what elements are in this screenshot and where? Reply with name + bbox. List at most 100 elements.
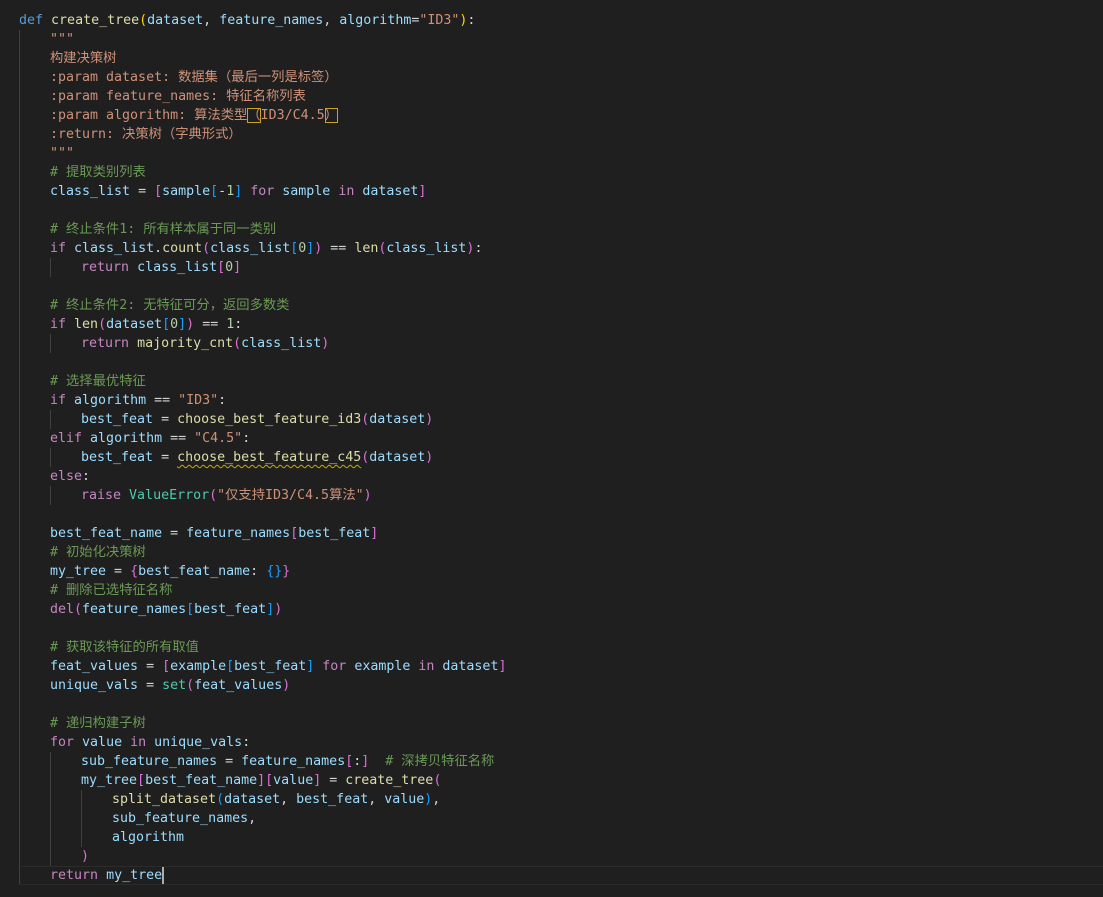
code-line[interactable]: feat_values = [example[best_feat] for ex… — [50, 657, 506, 676]
code-line[interactable]: """ — [50, 30, 74, 49]
code-line[interactable]: if algorithm == "ID3": — [50, 391, 226, 410]
bracket: ( — [74, 602, 83, 617]
keyword: return — [81, 336, 130, 351]
operator: = — [138, 659, 163, 674]
operator: == — [162, 431, 195, 446]
identifier: algorithm — [339, 13, 412, 28]
bracket: ( — [433, 773, 442, 788]
identifier: dataset — [369, 450, 426, 465]
operator — [66, 393, 74, 408]
bracket: ( — [209, 488, 218, 503]
identifier: best_feat_name — [138, 564, 251, 579]
code-line[interactable]: del(feature_names[best_feat]) — [50, 600, 282, 619]
bracket: [ — [162, 659, 171, 674]
code-line[interactable]: my_tree[best_feat_name][value] = create_… — [81, 771, 441, 790]
code-line[interactable]: # 选择最优特征 — [50, 372, 146, 391]
identifier: best_feat — [234, 659, 307, 674]
comment: # 获取该特征的所有取值 — [50, 640, 199, 655]
function-name: create_tree — [51, 13, 140, 28]
identifier: class_list — [74, 241, 155, 256]
code-editor[interactable]: def create_tree(dataset, feature_names, … — [0, 0, 1103, 897]
code-line[interactable]: :return: 决策树（字典形式） — [50, 125, 242, 144]
code-line[interactable]: # 初始化决策树 — [50, 543, 146, 562]
identifier: sample — [162, 184, 211, 199]
bracket: [ — [154, 184, 163, 199]
identifier: feature_names — [241, 754, 346, 769]
bracket: ) — [282, 678, 291, 693]
identifier: best_feat — [296, 792, 369, 807]
string-literal: "ID3" — [178, 393, 219, 408]
code-line[interactable]: if class_list.count(class_list[0]) == le… — [50, 239, 482, 258]
operator — [129, 260, 137, 275]
bracket: {} — [266, 564, 283, 579]
code-line[interactable]: best_feat = choose_best_feature_id3(data… — [81, 410, 433, 429]
code-line[interactable]: :param feature_names: 特征名称列表 — [50, 87, 306, 106]
indent-guide — [50, 334, 51, 353]
code-line[interactable]: :param dataset: 数据集（最后一列是标签） — [50, 68, 338, 87]
code-line[interactable]: my_tree = {best_feat_name: {}} — [50, 562, 290, 581]
docstring-highlight: （ — [247, 108, 261, 123]
bracket: ) — [274, 602, 283, 617]
identifier: feature_names — [219, 13, 324, 28]
code-line[interactable]: split_dataset(dataset, best_feat, value)… — [112, 790, 440, 809]
code-line[interactable]: algorithm — [112, 828, 184, 847]
docstring: :param algorithm: 算法类型 — [50, 108, 248, 123]
code-line[interactable]: # 获取该特征的所有取值 — [50, 638, 199, 657]
code-line[interactable]: elif algorithm == "C4.5": — [50, 429, 250, 448]
operator: : — [250, 564, 267, 579]
code-line[interactable]: """ — [50, 144, 74, 163]
code-line[interactable]: # 终止条件1: 所有样本属于同一类别 — [50, 220, 276, 239]
code-line[interactable]: sub_feature_names = feature_names[:] # 深… — [81, 752, 494, 771]
bracket: [ — [210, 184, 219, 199]
comment: # 终止条件2: 无特征可分，返回多数类 — [50, 298, 290, 313]
keyword: return — [50, 868, 99, 883]
operator: = — [130, 184, 155, 199]
code-line[interactable]: for value in unique_vals: — [50, 733, 250, 752]
operator: : — [218, 393, 227, 408]
function-name: create_tree — [345, 773, 434, 788]
code-line[interactable]: class_list = [sample[-1] for sample in d… — [50, 182, 426, 201]
docstring: """ — [50, 32, 75, 47]
code-line[interactable]: best_feat = choose_best_feature_c45(data… — [81, 448, 433, 467]
operator: == — [194, 317, 227, 332]
code-line[interactable]: unique_vals = set(feat_values) — [50, 676, 290, 695]
code-line[interactable]: if len(dataset[0]) == 1: — [50, 315, 242, 334]
code-line[interactable]: def create_tree(dataset, feature_names, … — [19, 11, 475, 30]
bracket: ] — [370, 526, 379, 541]
docstring: :return: 决策树（字典形式） — [50, 127, 242, 142]
identifier: algorithm — [90, 431, 163, 446]
code-line[interactable]: ) — [81, 847, 89, 866]
code-line[interactable]: else: — [50, 467, 90, 486]
operator: : — [467, 13, 476, 28]
string-literal: "ID3" — [419, 13, 460, 28]
code-line[interactable]: # 终止条件2: 无特征可分，返回多数类 — [50, 296, 289, 315]
bracket: ) — [186, 317, 195, 332]
operator — [82, 431, 90, 446]
keyword: if — [50, 317, 67, 332]
keyword: del — [50, 602, 75, 617]
identifier: value — [273, 773, 314, 788]
identifier: unique_vals — [154, 735, 243, 750]
code-line[interactable]: 构建决策树 — [50, 49, 116, 68]
code-line[interactable]: return class_list[0] — [81, 258, 241, 277]
keyword: else — [50, 469, 83, 484]
current-line-highlight — [18, 866, 1103, 885]
code-line[interactable]: # 提取类别列表 — [50, 163, 146, 182]
code-line[interactable]: sub_feature_names, — [112, 809, 256, 828]
code-line[interactable]: # 删除已选特征名称 — [50, 581, 172, 600]
operator: , — [203, 13, 220, 28]
function-name-warning: choose_best_feature_c45 — [177, 450, 362, 465]
bracket: ) — [425, 450, 434, 465]
identifier: value — [384, 792, 425, 807]
code-line[interactable]: best_feat_name = feature_names[best_feat… — [50, 524, 378, 543]
operator: = — [321, 773, 346, 788]
comment: # 删除已选特征名称 — [50, 583, 173, 598]
bracket: ) — [425, 412, 434, 427]
code-line[interactable]: # 递归构建子树 — [50, 714, 146, 733]
code-line[interactable]: return majority_cnt(class_list) — [81, 334, 329, 353]
code-line[interactable]: :param algorithm: 算法类型（ID3/C4.5） — [50, 106, 338, 125]
code-line[interactable]: return my_tree — [50, 866, 164, 885]
operator: = — [162, 526, 187, 541]
code-line[interactable]: raise ValueError("仅支持ID3/C4.5算法") — [81, 486, 372, 505]
identifier: class_list — [137, 260, 218, 275]
